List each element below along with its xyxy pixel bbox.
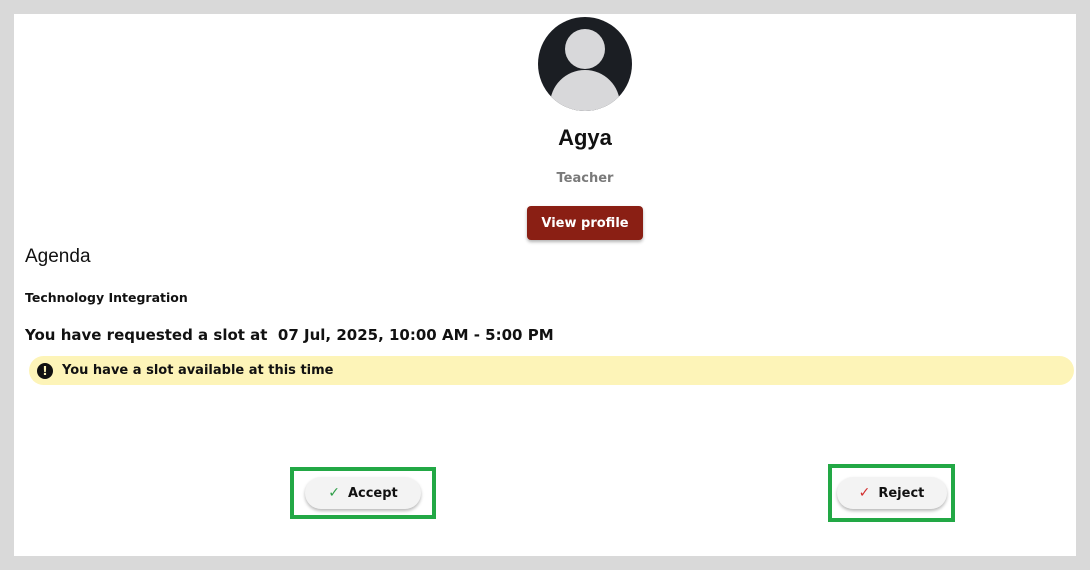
check-icon: ✓ — [328, 485, 340, 501]
reject-button[interactable]: ✓ Reject — [836, 477, 947, 509]
reject-label: Reject — [878, 485, 925, 501]
accept-button[interactable]: ✓ Accept — [305, 477, 421, 509]
avatar-head — [565, 29, 605, 69]
accept-label: Accept — [347, 485, 398, 501]
requested-slot-text: You have requested a slot at 07 Jul, 202… — [25, 326, 554, 344]
agenda-topic: Technology Integration — [25, 290, 188, 305]
reject-highlight-frame: ✓ Reject — [828, 464, 955, 522]
avatar-body — [550, 70, 620, 111]
avatar — [538, 17, 632, 111]
profile-name: Agya — [558, 125, 612, 150]
accept-highlight-frame: ✓ Accept — [290, 467, 436, 519]
user-avatar-icon — [538, 17, 632, 111]
request-card: Agya Teacher View profile Agenda Technol… — [14, 14, 1076, 556]
check-icon: ✓ — [858, 485, 871, 501]
view-profile-button[interactable]: View profile — [527, 206, 643, 240]
slot-available-alert: ! You have a slot available at this time — [29, 356, 1074, 385]
profile-role: Teacher — [556, 171, 614, 186]
exclamation-icon: ! — [37, 362, 53, 379]
agenda-title: Agenda — [25, 246, 91, 267]
alert-text: You have a slot available at this time — [62, 363, 334, 378]
